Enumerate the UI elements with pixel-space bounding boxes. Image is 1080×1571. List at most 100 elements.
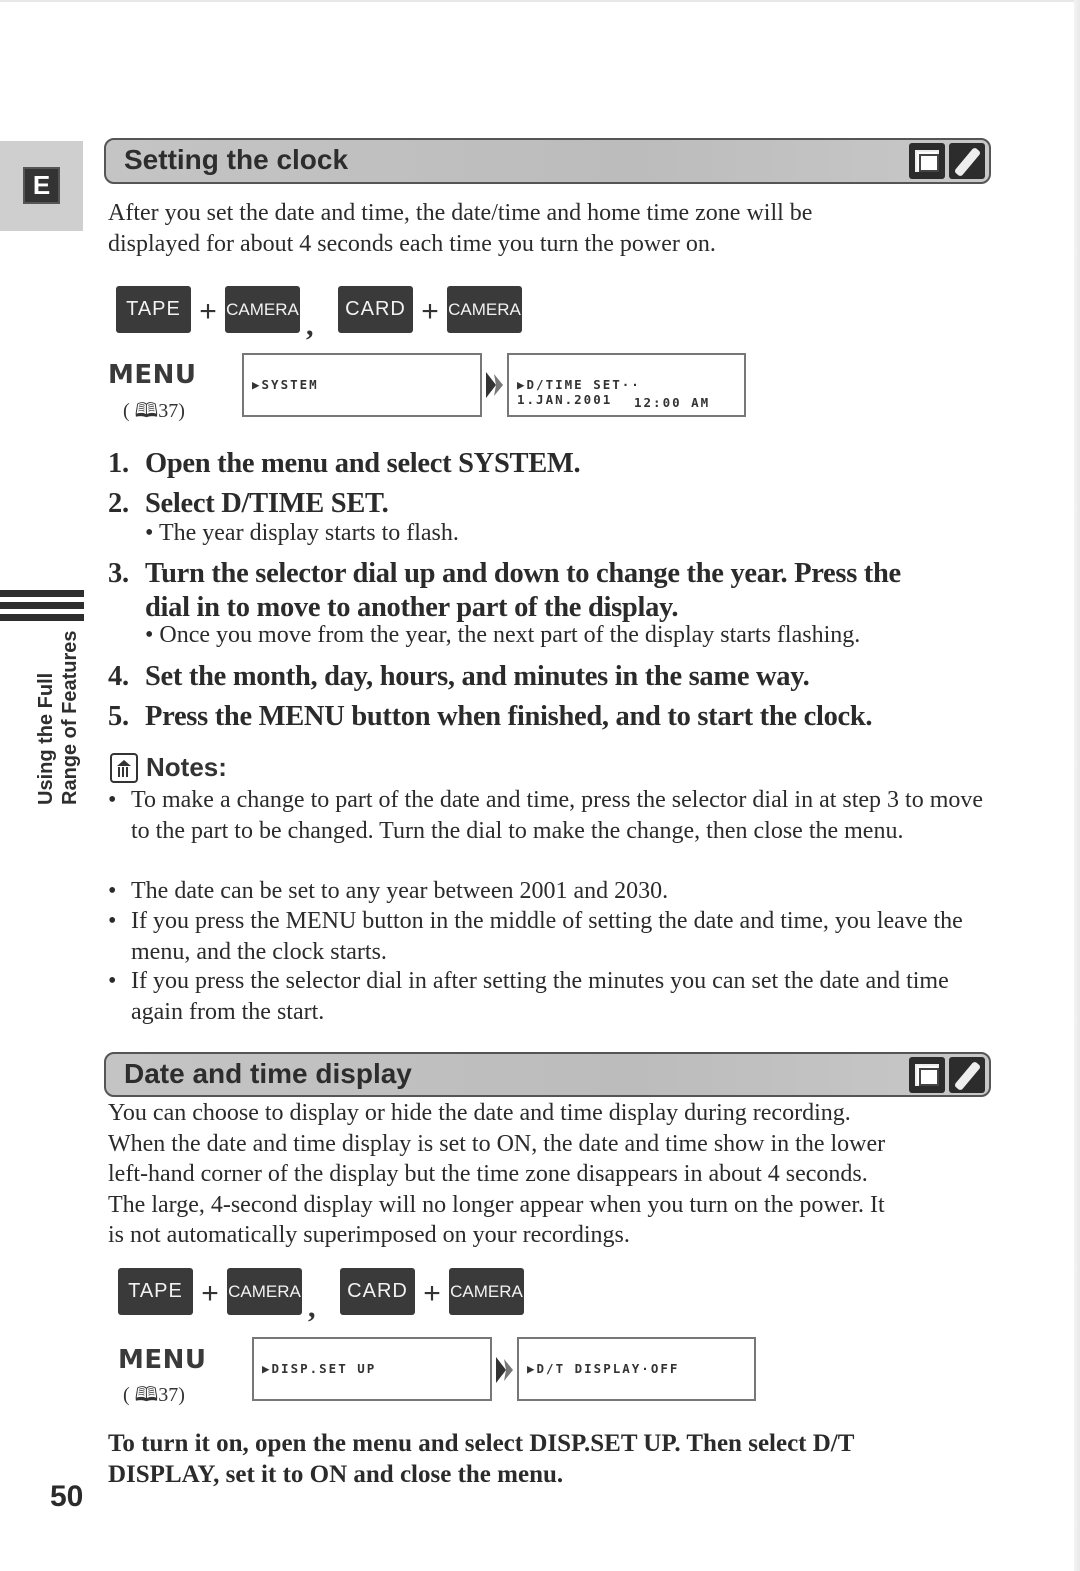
card-mode-badge: CARD: [338, 286, 413, 333]
ref-page: 37: [158, 400, 179, 422]
intro-line: When the date and time display is set to…: [108, 1130, 886, 1157]
tape-mode-badge: TAPE: [118, 1268, 193, 1315]
bullet: •: [108, 908, 117, 934]
chapter-tab-bars: [0, 590, 84, 626]
menu-screen-disp-set-up: ▶DISP.SET UP: [252, 1337, 492, 1401]
step-3: 3. Turn the selector dial up and down to…: [108, 557, 901, 625]
screen-text: 12:00 AM: [634, 395, 711, 410]
step-number: 4.: [108, 661, 129, 692]
book-icon: 🕮: [134, 400, 159, 422]
step-number: 1.: [108, 448, 129, 479]
ref-page: 37: [158, 1384, 179, 1406]
mode-row: TAPE + CAMERA , CARD + CAMERA: [118, 1268, 524, 1348]
step-1: 1. Open the menu and select SYSTEM.: [108, 447, 581, 481]
note-item: • If you press the MENU button in the mi…: [108, 906, 988, 967]
top-rule: [0, 0, 1080, 2]
menu-screen-dtime-set: ▶D/TIME SET·· 1.JAN.2001 12:00 AM: [507, 353, 746, 417]
step-text: dial in to move to another part of the d…: [145, 592, 679, 623]
plus-sign: +: [199, 295, 217, 328]
step-2-note: • The year display starts to flash.: [145, 520, 459, 546]
step-text: Press the MENU button when finished, and…: [145, 701, 873, 732]
step-text: Turn the selector dial up and down to ch…: [145, 558, 901, 589]
notes-icon: [110, 752, 138, 783]
screen-text: ▶SYSTEM: [252, 377, 319, 392]
step-text: Open the menu and select SYSTEM.: [145, 448, 581, 479]
step-number: 5.: [108, 701, 129, 732]
camera-mode-badge: CAMERA: [447, 286, 522, 333]
step-text: Set the month, day, hours, and minutes i…: [145, 661, 810, 692]
ref-paren: ): [178, 400, 185, 422]
section-title: Date and time display: [124, 1058, 412, 1089]
page-number: 50: [50, 1480, 84, 1513]
instruction-line: To turn it on, open the menu and select …: [108, 1430, 855, 1457]
section-header-setting-clock: Setting the clock: [104, 138, 991, 184]
screen-text: ▶DISP.SET UP: [262, 1361, 377, 1376]
step-3-note: • Once you move from the year, the next …: [145, 622, 861, 648]
tape-mode-badge: TAPE: [116, 286, 191, 333]
intro-line: The large, 4-second display will no long…: [108, 1191, 885, 1218]
card-mode-badge: CARD: [340, 1268, 415, 1315]
intro-line: After you set the date and time, the dat…: [108, 200, 813, 226]
page-reference: ( 🕮37): [123, 1380, 185, 1414]
note-text: To make a change to part of the date and…: [131, 787, 984, 844]
bullet: •: [108, 878, 117, 904]
pen-icon: [949, 143, 985, 179]
step-5: 5. Press the MENU button when finished, …: [108, 700, 873, 734]
notes-heading: Notes:: [110, 752, 227, 783]
chapter-bar: [0, 590, 84, 597]
intro-line: displayed for about 4 seconds each time …: [108, 230, 716, 257]
camera-mode-badge: CAMERA: [449, 1268, 524, 1315]
note-text: If you press the MENU button in the midd…: [131, 908, 963, 965]
chapter-bar: [0, 602, 84, 609]
intro-line: is not automatically superimposed on you…: [108, 1222, 630, 1248]
menu-label: MENU: [118, 1345, 207, 1375]
screen-text: ▶D/T DISPLAY·OFF: [527, 1361, 680, 1376]
ref-paren: (: [123, 400, 130, 422]
page-reference: ( 🕮37): [123, 396, 185, 430]
plus-sign: +: [423, 1277, 441, 1310]
step-2: 2. Select D/TIME SET.: [108, 487, 389, 521]
memory-card-icon: [909, 143, 945, 179]
menu-label: MENU: [108, 360, 197, 390]
plus-sign: +: [201, 1277, 219, 1310]
language-badge: E: [23, 167, 60, 204]
section-title: Setting the clock: [124, 144, 349, 175]
chapter-line-1: Using the Full: [35, 672, 57, 805]
chapter-tab-label: Using the Full Range of Features: [34, 631, 82, 805]
pen-icon: [949, 1057, 985, 1093]
comma: ,: [308, 1291, 316, 1324]
section2-intro: You can choose to display or hide the da…: [108, 1098, 885, 1251]
plus-sign: +: [421, 295, 439, 328]
step-4: 4. Set the month, day, hours, and minute…: [108, 660, 810, 694]
notes-title: Notes:: [146, 752, 227, 782]
camera-mode-badge: CAMERA: [225, 286, 300, 333]
language-tab: E: [0, 141, 83, 231]
section1-intro: After you set the date and time, the dat…: [108, 198, 812, 259]
intro-line: You can choose to display or hide the da…: [108, 1100, 851, 1126]
chapter-line-2: Range of Features: [59, 630, 81, 805]
step-number: 3.: [108, 558, 129, 589]
next-arrow-icon: [496, 1357, 513, 1383]
ref-paren: (: [123, 1384, 130, 1406]
camera-mode-badge: CAMERA: [227, 1268, 302, 1315]
instruction-line: DISPLAY, set it to ON and close the menu…: [108, 1461, 564, 1488]
note-item: • If you press the selector dial in afte…: [108, 966, 988, 1027]
page-edge: [1074, 0, 1080, 1571]
intro-line: left-hand corner of the display but the …: [108, 1161, 868, 1187]
note-item: • The date can be set to any year betwee…: [108, 876, 988, 907]
memory-card-icon: [909, 1057, 945, 1093]
note-text: The date can be set to any year between …: [131, 878, 669, 904]
note-item: • To make a change to part of the date a…: [108, 785, 988, 846]
step-number: 2.: [108, 488, 129, 519]
section-header-date-time-display: Date and time display: [104, 1052, 991, 1097]
bullet: •: [108, 787, 117, 813]
next-arrow-icon: [486, 372, 503, 398]
book-icon: 🕮: [134, 1384, 159, 1406]
menu-screen-system: ▶SYSTEM: [242, 353, 482, 417]
ref-paren: ): [178, 1384, 185, 1406]
step-text: Select D/TIME SET.: [145, 488, 389, 519]
note-text: If you press the selector dial in after …: [131, 968, 949, 1025]
final-instruction: To turn it on, open the menu and select …: [108, 1428, 938, 1490]
menu-screen-dt-display: ▶D/T DISPLAY·OFF: [517, 1337, 756, 1401]
chapter-bar: [0, 614, 84, 621]
